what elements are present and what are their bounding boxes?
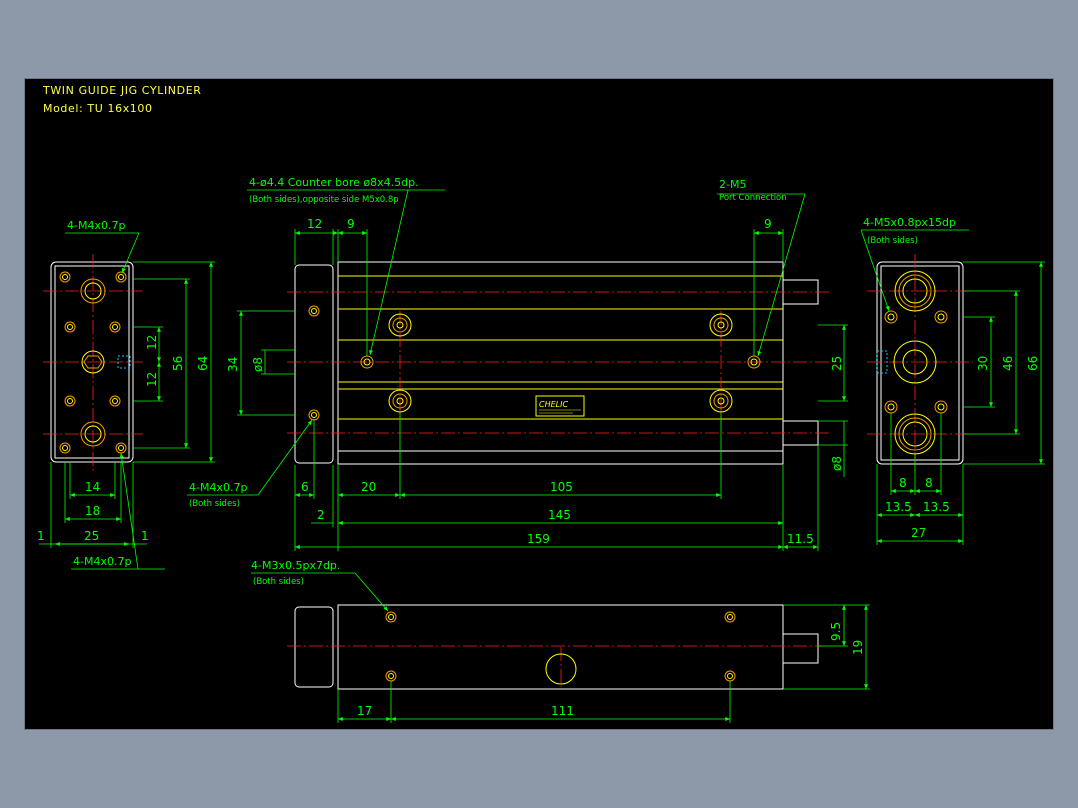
left-dim-18: 18 [85, 504, 100, 518]
port-note-2: Port Connection [719, 193, 787, 203]
left-bottom-thread-note: 4-M4x0.7p [73, 555, 131, 568]
left-dim-1-right: 1 [141, 529, 149, 543]
bottom-view: 9.5 19 17 111 4-M3x0.5px7dp. (Both sides… [251, 559, 870, 723]
bottom-dim-17: 17 [357, 704, 372, 718]
bottom-thread-note: 4-M3x0.5px7dp. [251, 559, 340, 572]
right-end-view: 30 46 66 8 8 13.5 13.5 27 4-M5x0.8px15dp… [860, 216, 1045, 545]
front-left-thread-note-2: (Both sides) [189, 499, 240, 509]
front-dim-11-5: 11.5 [787, 532, 814, 546]
front-dim-20: 20 [361, 480, 376, 494]
right-thread-note: 4-M5x0.8px15dp [863, 216, 956, 229]
bottom-rod [782, 633, 819, 664]
front-dim-d8-left: ø8 [251, 357, 265, 372]
right-dim-30: 30 [976, 356, 990, 371]
front-dim-d8-right: ø8 [830, 456, 844, 471]
front-dim-2: 2 [317, 508, 325, 522]
right-dim-66: 66 [1026, 356, 1040, 371]
brand-label: CHELIC [539, 400, 568, 409]
counterbore-note-2: (Both sides),opposite side M5x0.8p [249, 195, 399, 205]
bottom-body-outline [337, 604, 784, 690]
bottom-dim-111: 111 [551, 704, 574, 718]
front-dim-34: 34 [226, 357, 240, 372]
front-dim-105: 105 [550, 480, 573, 494]
bottom-thread-note-2: (Both sides) [253, 577, 304, 587]
front-dim-25: 25 [830, 356, 844, 371]
cad-viewport[interactable]: TWIN GUIDE JIG CYLINDER Model: TU 16x100 [25, 79, 1053, 729]
bottom-thread-holes [385, 611, 736, 682]
counterbore-note: 4-ø4.4 Counter bore ø8x4.5dp. [249, 176, 419, 189]
right-dim-8-right: 8 [925, 476, 933, 490]
left-end-view: 64 56 12 12 14 18 25 1 1 4-M4x0.7p 4-M4x… [37, 219, 215, 570]
cad-drawing: 64 56 12 12 14 18 25 1 1 4-M4x0.7p 4-M4x… [37, 176, 1045, 723]
front-left-thread-note: 4-M4x0.7p [189, 481, 247, 494]
right-dim-8-left: 8 [899, 476, 907, 490]
front-dim-159: 159 [527, 532, 550, 546]
left-dim-1-left: 1 [37, 529, 45, 543]
left-dim-12-upper: 12 [145, 335, 159, 350]
right-view-inner [880, 265, 960, 461]
port-note: 2-M5 [719, 178, 746, 191]
right-dim-13-5-right: 13.5 [923, 500, 950, 514]
left-dim-14: 14 [85, 480, 100, 494]
front-view: CHELIC 12 9 9 34 ø8 25 ø8 6 20 105 2 145… [187, 176, 848, 551]
right-dim-13-5-left: 13.5 [885, 500, 912, 514]
front-dim-9-left: 9 [347, 217, 355, 231]
bottom-dim-19: 19 [851, 640, 865, 655]
right-thread-note-2: (Both sides) [867, 236, 918, 246]
left-dim-12-lower: 12 [145, 372, 159, 387]
left-dim-64: 64 [196, 356, 210, 371]
bottom-dim-9-5: 9.5 [829, 622, 843, 641]
front-dim-9-right: 9 [764, 217, 772, 231]
right-dim-27: 27 [911, 526, 926, 540]
left-dim-56: 56 [171, 356, 185, 371]
bottom-end-plate [294, 606, 334, 688]
left-dim-25: 25 [84, 529, 99, 543]
front-counterbore-holes [388, 313, 733, 413]
right-dim-46: 46 [1001, 356, 1015, 371]
left-top-thread-note: 4-M4x0.7p [67, 219, 125, 232]
front-dim-145: 145 [548, 508, 571, 522]
front-dim-12: 12 [307, 217, 322, 231]
front-plate-holes [308, 305, 320, 421]
front-dim-6: 6 [301, 480, 309, 494]
